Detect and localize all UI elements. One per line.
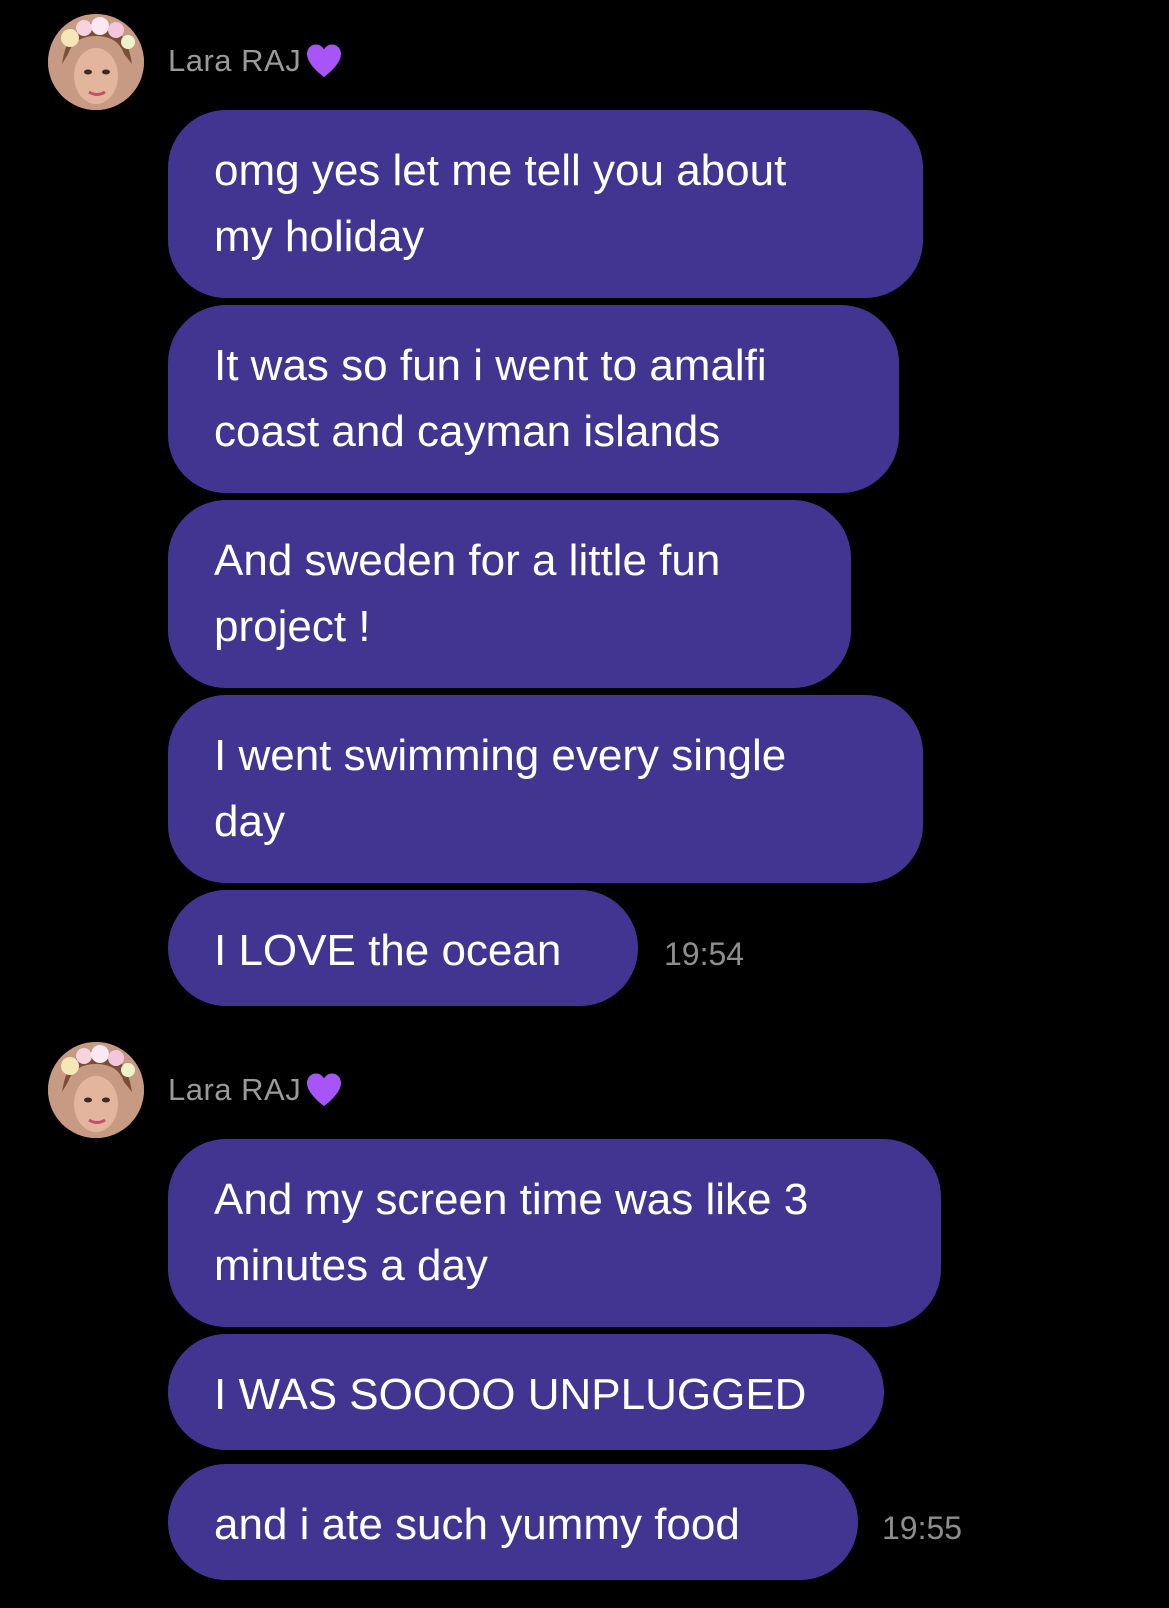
message-bubble[interactable]: I WAS SOOOO UNPLUGGED bbox=[168, 1334, 884, 1450]
purple-heart-icon bbox=[307, 44, 342, 77]
avatar[interactable] bbox=[48, 14, 144, 110]
sender-row: Lara RAJ bbox=[168, 1070, 343, 1110]
sender-name: Lara RAJ bbox=[168, 43, 302, 78]
message-bubble[interactable]: And sweden for a little fun project ! bbox=[168, 500, 851, 688]
purple-heart-icon bbox=[307, 1073, 342, 1106]
message-timestamp: 19:54 bbox=[664, 936, 745, 972]
message-bubble[interactable]: I went swimming every single day bbox=[168, 695, 923, 883]
message-bubble[interactable]: and i ate such yummy food bbox=[168, 1464, 858, 1580]
message-bubble[interactable]: omg yes let me tell you about my holiday bbox=[168, 110, 923, 298]
sender-name: Lara RAJ bbox=[168, 1072, 302, 1107]
sender-row: Lara RAJ bbox=[168, 41, 343, 81]
avatar[interactable] bbox=[48, 1042, 144, 1138]
message-timestamp: 19:55 bbox=[882, 1510, 963, 1546]
message-bubble[interactable]: And my screen time was like 3 minutes a … bbox=[168, 1139, 941, 1327]
message-bubble[interactable]: I LOVE the ocean bbox=[168, 890, 638, 1006]
message-bubble[interactable]: It was so fun i went to amalfi coast and… bbox=[168, 305, 899, 493]
